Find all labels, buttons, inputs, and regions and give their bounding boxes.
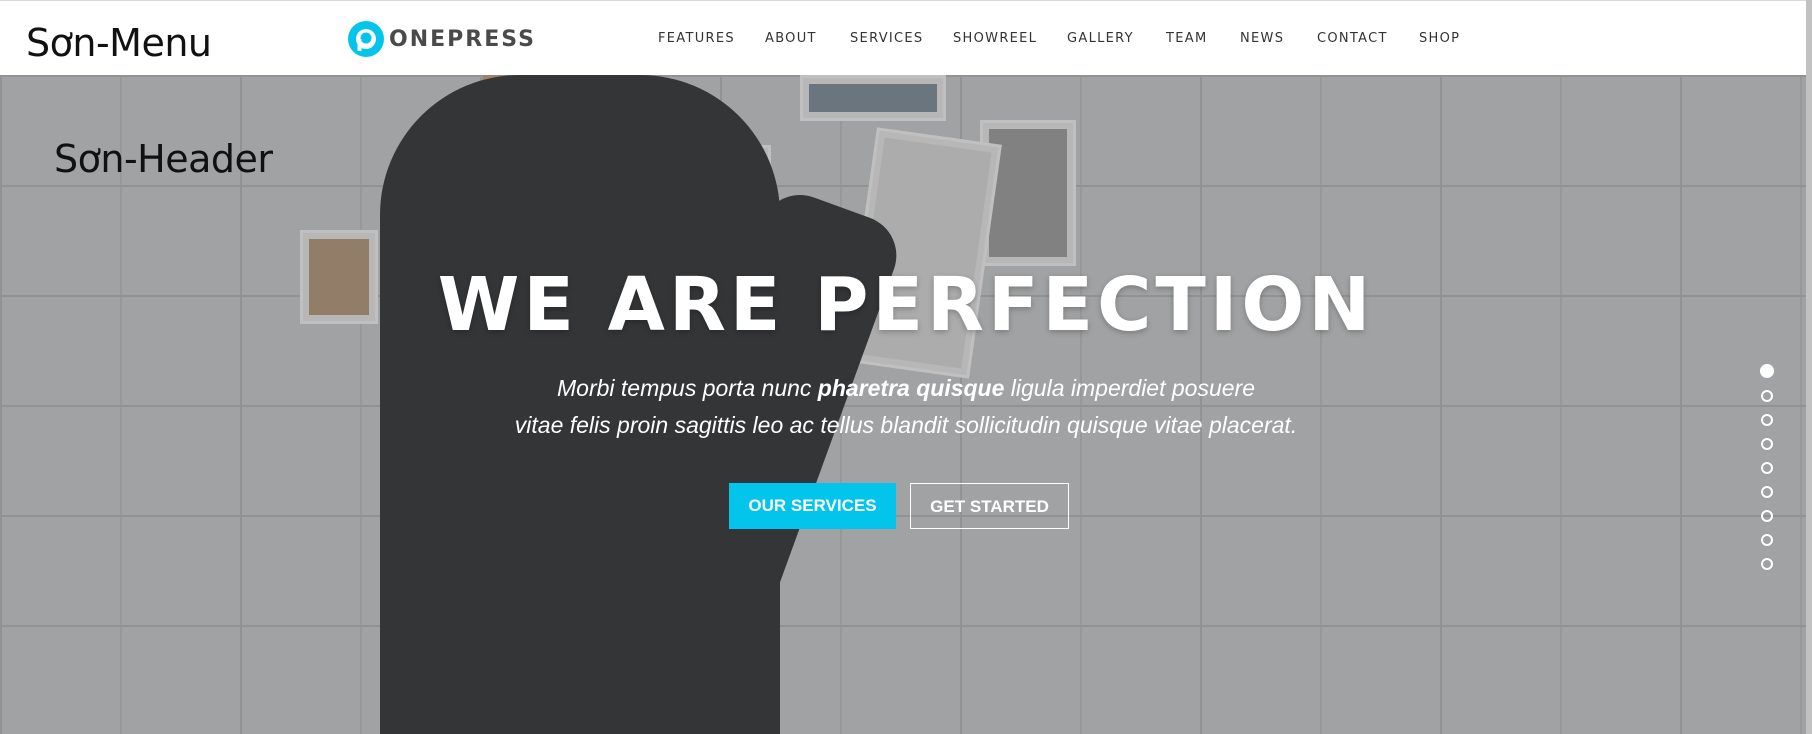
hero-description-line-2: vitae felis proin sagittis leo ac tellus…	[514, 412, 1298, 438]
scrollbar-thumb[interactable]	[1806, 0, 1812, 734]
get-started-button[interactable]: GET STARTED	[910, 483, 1069, 529]
nav-item-about[interactable]: ABOUT	[765, 31, 817, 46]
section-dot[interactable]	[1761, 558, 1773, 570]
section-dot[interactable]	[1761, 438, 1773, 450]
scrollbar-track[interactable]	[1806, 0, 1812, 734]
nav-item-shop[interactable]: SHOP	[1419, 31, 1460, 46]
section-dots-nav	[1760, 364, 1775, 582]
our-services-button[interactable]: OUR SERVICES	[729, 483, 896, 529]
hero-description: Morbi tempus porta nunc pharetra quisque…	[0, 370, 1812, 444]
section-dot[interactable]	[1761, 486, 1773, 498]
hero-description-line-1: Morbi tempus porta nunc pharetra quisque…	[0, 370, 1812, 407]
hero-title: WE ARE PERFECTION	[437, 262, 1375, 348]
nav-item-team[interactable]: TEAM	[1166, 31, 1207, 46]
header-annotation-label: Sơn-Header	[54, 137, 273, 181]
nav-item-gallery[interactable]: GALLERY	[1067, 31, 1134, 46]
section-dot[interactable]	[1761, 390, 1773, 402]
nav-item-showreel[interactable]: SHOWREEL	[953, 31, 1037, 46]
site-navbar: Sơn-Menu ONEPRESS FEATURES ABOUT SERVICE…	[0, 1, 1812, 75]
section-dot[interactable]	[1761, 534, 1773, 546]
nav-item-features[interactable]: FEATURES	[658, 31, 735, 46]
section-dot[interactable]	[1761, 510, 1773, 522]
nav-item-contact[interactable]: CONTACT	[1317, 31, 1388, 46]
section-dot[interactable]	[1761, 462, 1773, 474]
hero-desc-text: ligula imperdiet posuere	[1004, 375, 1255, 401]
hero-desc-bold-text: pharetra quisque	[817, 375, 1005, 401]
section-dot[interactable]	[1761, 414, 1773, 426]
nav-item-services[interactable]: SERVICES	[850, 31, 923, 46]
nav-item-news[interactable]: NEWS	[1240, 31, 1284, 46]
main-nav: FEATURES ABOUT SERVICES SHOWREEL GALLERY…	[0, 31, 1812, 51]
hero-desc-text: Morbi tempus porta nunc	[557, 375, 818, 401]
section-dot[interactable]	[1760, 364, 1774, 378]
